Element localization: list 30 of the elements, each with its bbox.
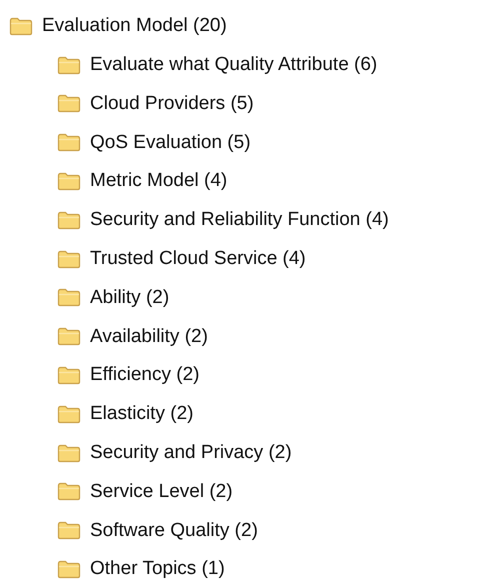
tree-item[interactable]: Trusted Cloud Service (4)	[57, 240, 502, 279]
folder-icon	[57, 172, 81, 192]
folder-icon	[57, 94, 81, 114]
tree-item[interactable]: QoS Evaluation (5)	[57, 123, 502, 162]
folder-icon	[57, 521, 81, 540]
tree-item[interactable]: Evaluation Model (20)	[9, 7, 502, 46]
folder-icon	[57, 56, 81, 75]
tree-item[interactable]: Metric Model (4)	[57, 162, 502, 201]
tree-item[interactable]: Efficiency (2)	[57, 356, 502, 395]
folder-icon	[57, 404, 81, 424]
folder-icon	[57, 560, 81, 580]
folder-icon	[57, 288, 81, 308]
tree-item[interactable]: Security and Reliability Function (4)	[57, 200, 502, 240]
folder-icon	[57, 250, 81, 269]
folder-icon	[57, 210, 81, 230]
folder-icon	[57, 444, 81, 463]
folder-icon	[9, 16, 33, 36]
tree-item[interactable]: Ability (2)	[57, 278, 502, 318]
tree-item[interactable]: Availability (2)	[57, 317, 502, 356]
folder-icon	[57, 366, 81, 386]
folder-icon	[57, 327, 81, 346]
tree-item[interactable]: Security and Privacy (2)	[57, 434, 502, 473]
tree-item[interactable]: Cloud Providers (5)	[57, 84, 502, 124]
tree-item[interactable]: Software Quality (2)	[57, 511, 502, 550]
tree-item[interactable]: Other Topics (1)	[57, 550, 502, 586]
folder-icon	[57, 133, 81, 152]
tree-item[interactable]: Service Level (2)	[57, 472, 502, 512]
tree-item[interactable]: Elasticity (2)	[57, 394, 502, 434]
tree-item[interactable]: Evaluate what Quality Attribute (6)	[57, 46, 502, 85]
folder-icon	[57, 482, 81, 502]
